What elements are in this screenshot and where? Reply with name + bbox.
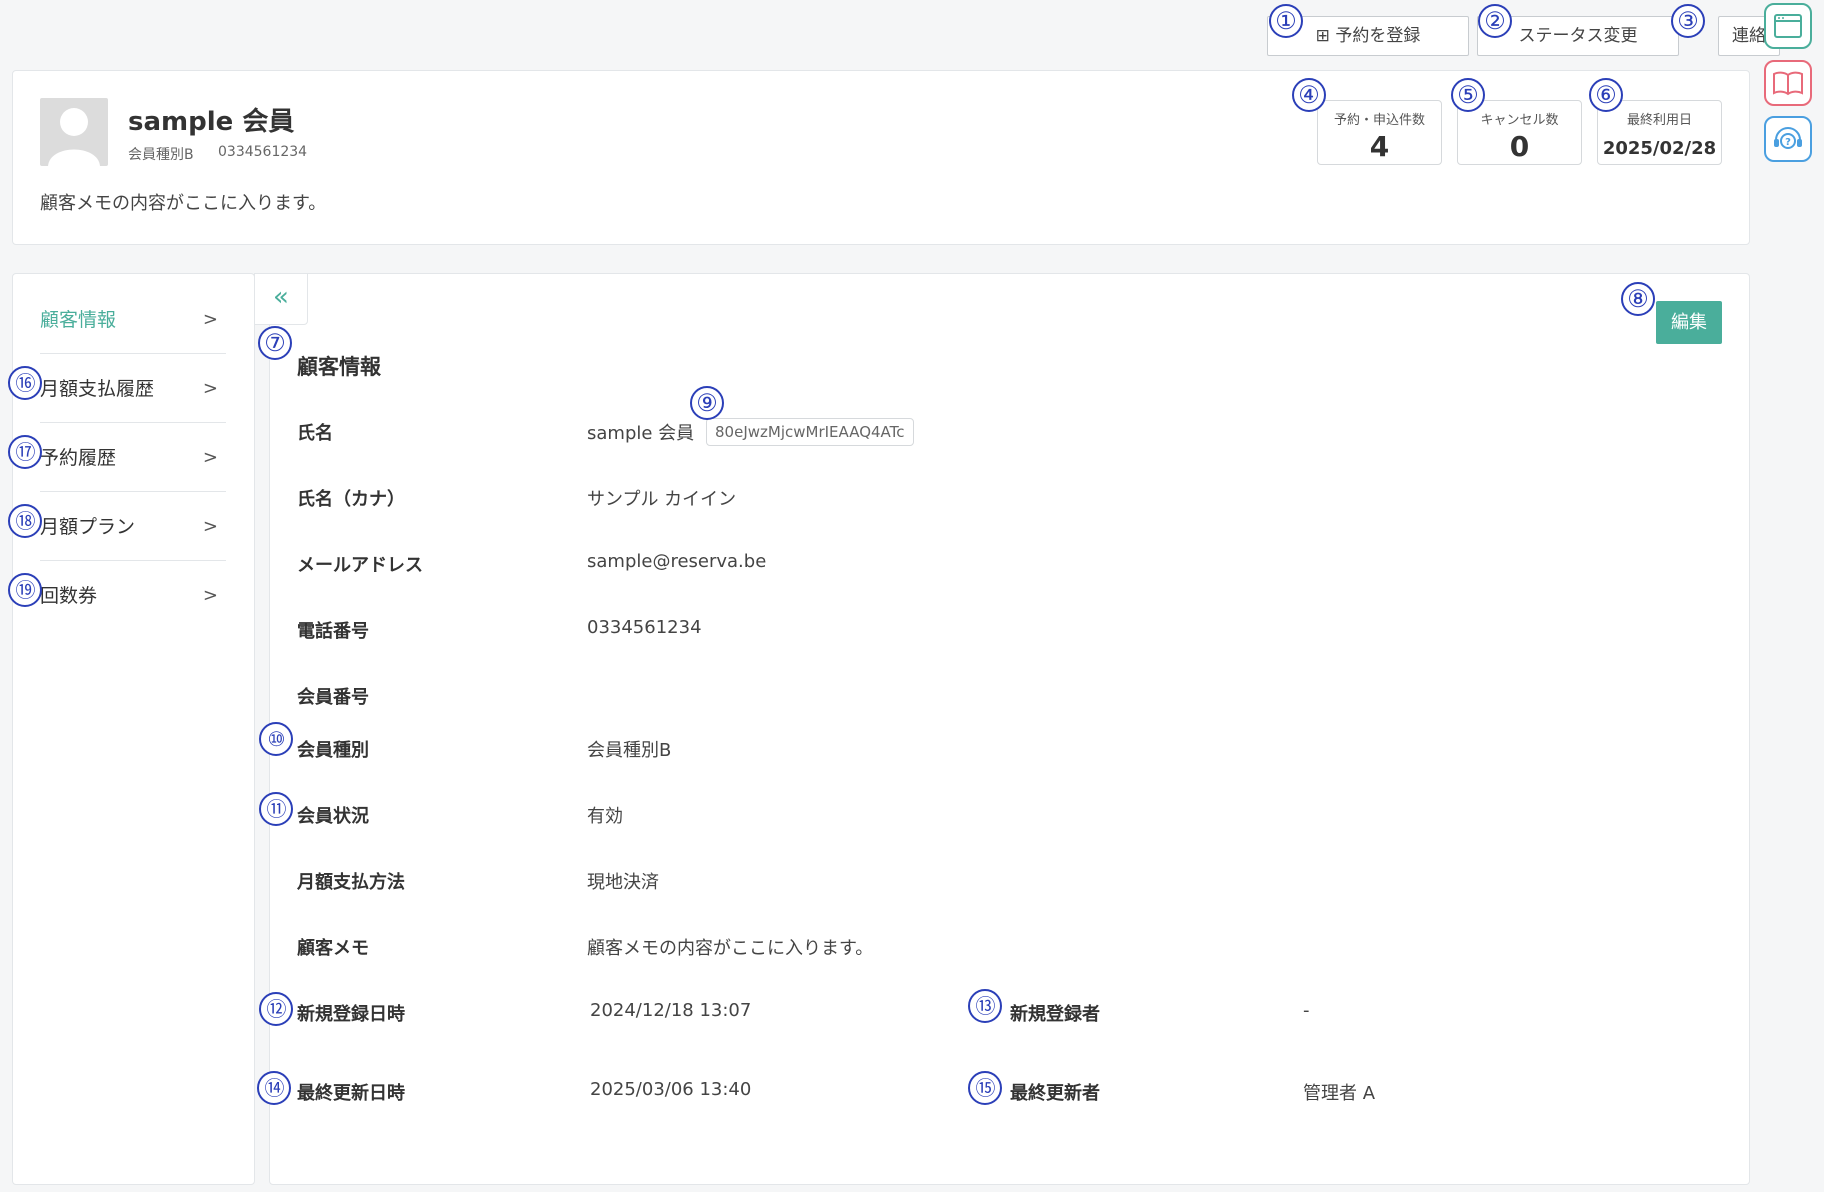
- reservation-count-value: 4: [1369, 130, 1390, 163]
- last-use-date-value: 2025/02/28: [1602, 138, 1717, 159]
- email-label: メールアドレス: [297, 555, 423, 576]
- customer-id-tag: 80eJwzMjcwMrIEAAQ4ATc: [706, 418, 914, 446]
- cancellation-count-label: キャンセル数: [1480, 113, 1559, 128]
- updated-at-label: 最終更新日時: [297, 1083, 405, 1104]
- reservation-count-label: 予約・申込件数: [1333, 113, 1425, 128]
- annotation-marker-6: ⑥: [1589, 78, 1623, 112]
- customer-name: sample 会員: [128, 107, 295, 137]
- created-by-value: -: [1303, 1000, 1310, 1021]
- annotation-marker-12: ⑫: [259, 992, 293, 1026]
- phone-value: 0334561234: [587, 617, 702, 638]
- annotation-marker-17: ⑰: [8, 435, 42, 469]
- created-at-value: 2024/12/18 13:07: [590, 1000, 752, 1021]
- sidebar-item-label: 回数券: [40, 585, 98, 607]
- avatar: [40, 98, 108, 166]
- annotation-marker-10: ⑩: [259, 722, 293, 756]
- sidebar-item-monthly-plan[interactable]: 月額プラン >: [40, 493, 226, 561]
- sidebar-item-reservation-history[interactable]: 予約履歴 >: [40, 424, 226, 492]
- member-type-label: 会員種別: [297, 740, 369, 761]
- updated-at-value: 2025/03/06 13:40: [590, 1079, 752, 1100]
- sidebar-item-label: 月額支払履歴: [40, 378, 155, 400]
- member-number-label: 会員番号: [297, 687, 369, 708]
- created-at-label: 新規登録日時: [297, 1004, 405, 1025]
- chevron-right-icon: >: [202, 378, 218, 399]
- annotation-marker-11: ⑪: [259, 792, 293, 826]
- annotation-marker-9: ⑨: [690, 386, 724, 420]
- browser-window-icon[interactable]: [1764, 3, 1812, 49]
- customer-member-type: 会員種別B: [128, 147, 194, 163]
- sidebar-item-coupon-tickets[interactable]: 回数券 >: [40, 562, 226, 630]
- member-status-value: 有効: [587, 806, 623, 827]
- edit-button[interactable]: 編集: [1656, 301, 1722, 344]
- last-use-date-label: 最終利用日: [1626, 113, 1692, 128]
- chevron-right-icon: >: [202, 516, 218, 537]
- cancellation-count-value: 0: [1509, 130, 1530, 163]
- customer-memo-label: 顧客メモ: [297, 938, 369, 959]
- monthly-payment-method-label: 月額支払方法: [297, 872, 405, 893]
- help-support-icon[interactable]: ?: [1764, 116, 1812, 162]
- chevron-right-icon: >: [202, 585, 218, 606]
- annotation-marker-16: ⑯: [8, 366, 42, 400]
- email-value: sample@reserva.be: [587, 551, 767, 572]
- collapse-sidebar-icon[interactable]: «: [254, 273, 308, 325]
- sidebar-item-label: 予約履歴: [40, 447, 117, 469]
- section-title: 顧客情報: [297, 355, 381, 379]
- name-kana-value: サンプル カイイン: [587, 489, 737, 510]
- member-status-label: 会員状況: [297, 806, 369, 827]
- reservation-count-box: 予約・申込件数 4: [1317, 100, 1442, 165]
- phone-label: 電話番号: [297, 621, 369, 642]
- sidebar-item-label: 月額プラン: [40, 516, 136, 538]
- annotation-marker-5: ⑤: [1451, 78, 1485, 112]
- chevron-right-icon: >: [202, 309, 218, 330]
- annotation-marker-13: ⑬: [968, 989, 1002, 1023]
- annotation-marker-1: ①: [1269, 4, 1303, 38]
- created-by-label: 新規登録者: [1010, 1004, 1100, 1025]
- monthly-payment-method-value: 現地決済: [587, 872, 659, 893]
- chevron-right-icon: >: [202, 447, 218, 468]
- annotation-marker-7: ⑦: [258, 326, 292, 360]
- sidebar-item-label: 顧客情報: [40, 309, 117, 331]
- manual-book-icon[interactable]: [1764, 60, 1812, 106]
- annotation-marker-4: ④: [1292, 78, 1326, 112]
- annotation-marker-14: ⑭: [257, 1071, 291, 1105]
- member-type-value: 会員種別B: [587, 740, 672, 761]
- name-label: 氏名: [297, 423, 333, 444]
- updated-by-label: 最終更新者: [1010, 1083, 1100, 1104]
- sidebar-item-customer-info[interactable]: 顧客情報 >: [40, 286, 226, 354]
- updated-by-value: 管理者 A: [1303, 1083, 1376, 1104]
- svg-text:?: ?: [1785, 137, 1791, 148]
- customer-memo: 顧客メモの内容がここに入ります。: [40, 193, 327, 214]
- name-kana-label: 氏名（カナ）: [297, 489, 405, 510]
- name-value: sample 会員: [587, 423, 695, 444]
- last-use-date-box: 最終利用日 2025/02/28: [1597, 100, 1722, 165]
- customer-phone: 0334561234: [218, 144, 308, 160]
- customer-memo-value: 顧客メモの内容がここに入ります。: [587, 938, 874, 959]
- annotation-marker-3: ③: [1671, 4, 1705, 38]
- annotation-marker-8: ⑧: [1621, 282, 1655, 316]
- sidebar-item-monthly-payment-history[interactable]: 月額支払履歴 >: [40, 355, 226, 423]
- annotation-marker-19: ⑲: [8, 573, 42, 607]
- annotation-marker-15: ⑮: [968, 1071, 1002, 1105]
- annotation-marker-2: ②: [1478, 4, 1512, 38]
- detail-panel: [269, 273, 1750, 1185]
- annotation-marker-18: ⑱: [8, 504, 42, 538]
